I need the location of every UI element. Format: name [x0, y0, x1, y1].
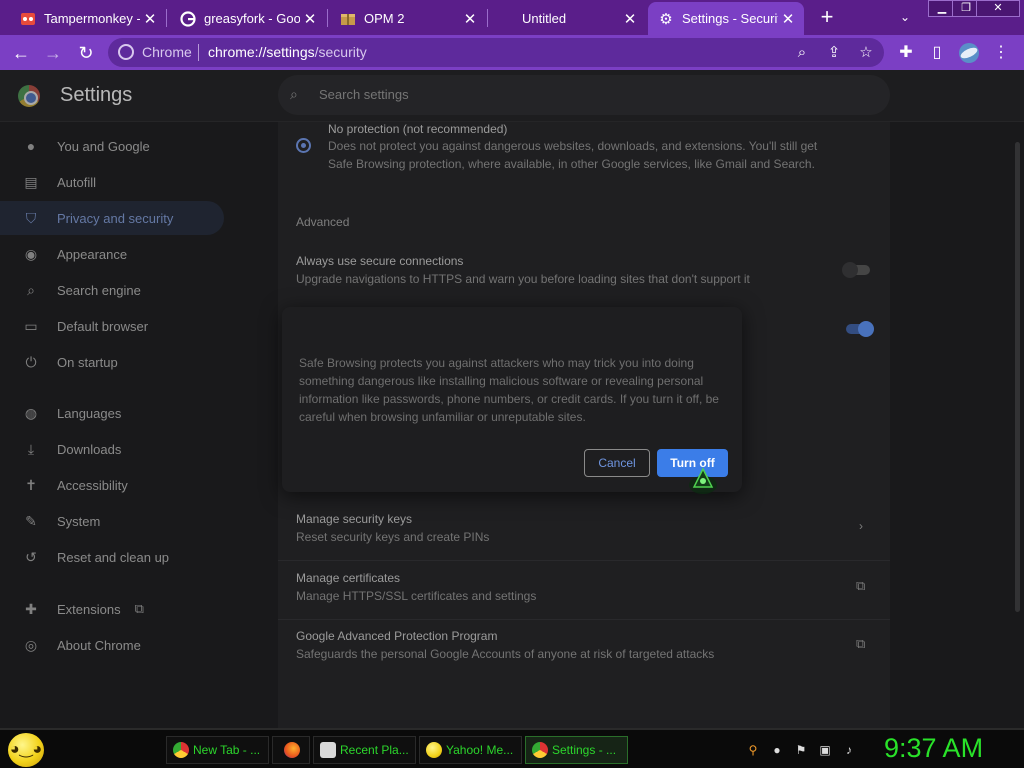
tab-separator: [487, 9, 488, 27]
tab-title: Untitled: [522, 11, 567, 26]
bookmark-star-icon[interactable]: ☆: [856, 43, 876, 63]
volume-icon[interactable]: ♪: [841, 742, 857, 758]
tab-title: Settings - Security: [682, 11, 778, 26]
flag-icon[interactable]: ⚑: [793, 742, 809, 758]
tab-separator: [327, 9, 328, 27]
network-icon[interactable]: ▣: [817, 742, 833, 758]
taskbar-item-new-tab[interactable]: New Tab - ...: [166, 736, 269, 764]
smiley-icon: ◕‿◕: [9, 741, 43, 758]
taskbar-item-recent-places[interactable]: Recent Pla...: [313, 736, 416, 764]
share-icon[interactable]: ⇪: [824, 43, 844, 63]
tab-greasyfork[interactable]: greasyfork - Goog ✕: [170, 2, 326, 35]
close-icon[interactable]: ✕: [140, 10, 160, 28]
package-icon: [340, 11, 356, 27]
url-host: chrome://settings: [208, 44, 315, 60]
chrome-site-icon: [118, 44, 134, 60]
google-icon: [180, 10, 196, 27]
profile-avatar-icon[interactable]: [958, 42, 980, 64]
extensions-puzzle-icon[interactable]: ✚: [895, 42, 917, 64]
chrome-icon: [532, 742, 548, 758]
tab-tampermonkey[interactable]: Tampermonkey - ( ✕: [10, 2, 166, 35]
tab-opm2[interactable]: OPM 2 ✕: [330, 2, 486, 35]
tab-title: Tampermonkey - (: [44, 11, 140, 26]
taskbar-item-label: Recent Pla...: [340, 743, 409, 757]
url-text: chrome://settings/security: [208, 44, 367, 60]
tab-untitled[interactable]: Untitled ✕: [490, 2, 646, 35]
side-panel-icon[interactable]: ▯: [926, 42, 948, 64]
taskbar-item-yahoo-messenger[interactable]: Yahoo! Me...: [419, 736, 522, 764]
messenger-tray-icon[interactable]: ●: [769, 742, 785, 758]
taskbar-item-label: Settings - ...: [552, 743, 617, 757]
taskbar-item-settings[interactable]: Settings - ...: [525, 736, 628, 764]
tampermonkey-icon: [20, 11, 36, 27]
close-icon[interactable]: ✕: [300, 10, 320, 28]
tab-search-icon[interactable]: ⌄: [894, 6, 916, 28]
tab-strip: Tampermonkey - ( ✕ greasyfork - Goog ✕ O…: [0, 0, 1024, 35]
new-tab-button[interactable]: +: [814, 5, 840, 31]
clock[interactable]: 9:37 AM: [884, 733, 983, 764]
close-icon[interactable]: ✕: [620, 10, 640, 28]
forward-icon[interactable]: →: [41, 41, 65, 65]
dialog-body: Safe Browsing protects you against attac…: [299, 356, 719, 424]
chrome-icon: [173, 742, 189, 758]
taskbar-item-firefox[interactable]: [272, 736, 310, 764]
reload-icon[interactable]: ↻: [74, 41, 98, 65]
cancel-button[interactable]: Cancel: [584, 449, 650, 477]
tab-title: greasyfork - Goog: [204, 11, 300, 26]
turn-off-safe-browsing-dialog: Safe Browsing protects you against attac…: [282, 307, 742, 492]
scheme-label: Chrome: [142, 44, 192, 60]
tab-separator: [166, 9, 167, 27]
omnibox-divider: [198, 44, 199, 61]
url-path: /security: [314, 44, 367, 60]
taskbar-item-label: Yahoo! Me...: [446, 743, 514, 757]
close-icon[interactable]: ✕: [778, 10, 798, 28]
close-window-button[interactable]: ✕: [976, 0, 1020, 17]
start-button[interactable]: ◕‿◕: [8, 733, 44, 767]
firefox-icon: [284, 742, 300, 758]
address-bar[interactable]: Chrome chrome://settings/security ⌕ ⇪ ☆: [108, 38, 884, 67]
browser-toolbar: ← → ↻ Chrome chrome://settings/security …: [0, 35, 1024, 70]
yahoo-messenger-icon: [426, 742, 442, 758]
menu-kebab-icon[interactable]: ⋮: [990, 42, 1012, 64]
gear-icon: ⚙: [659, 10, 673, 28]
taskbar-item-label: New Tab - ...: [193, 743, 261, 757]
zoom-icon[interactable]: ⌕: [792, 43, 812, 63]
back-icon[interactable]: ←: [9, 41, 33, 65]
media-icon: [320, 742, 336, 758]
mouse-cursor-icon: [689, 467, 717, 494]
tab-title: OPM 2: [364, 11, 405, 26]
tab-settings-security[interactable]: ⚙ Settings - Security ✕: [648, 2, 804, 35]
taskbar: ◕‿◕ New Tab - ... Recent Pla... Yahoo! M…: [0, 728, 1024, 768]
search-icon[interactable]: ⚲: [745, 742, 761, 758]
close-icon[interactable]: ✕: [460, 10, 480, 28]
